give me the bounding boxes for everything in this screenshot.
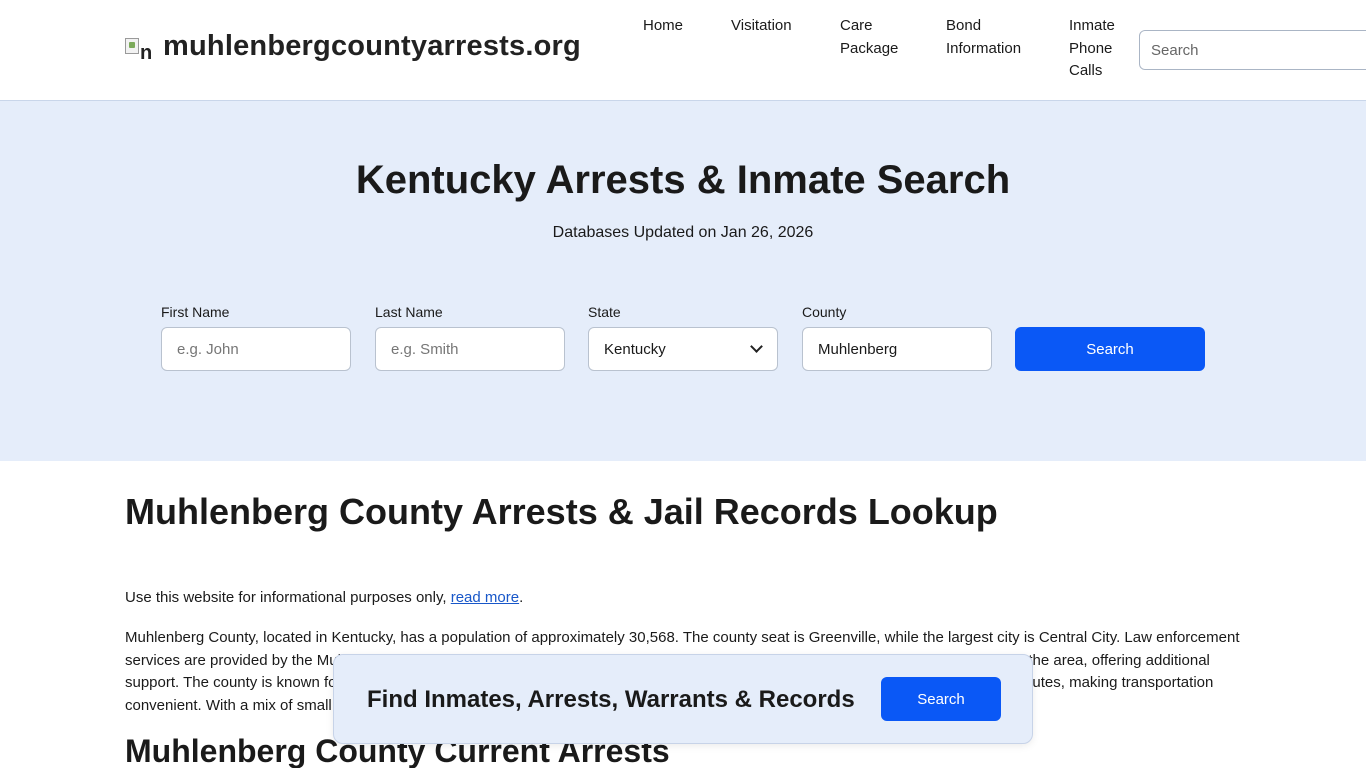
- floating-search-button[interactable]: Search: [881, 677, 1001, 721]
- site-name: muhlenbergcountyarrests.org: [163, 30, 581, 62]
- last-name-label: Last Name: [375, 304, 443, 320]
- nav-bond-information[interactable]: Bond Information: [946, 15, 1021, 60]
- nav-inmate-phone-calls[interactable]: Inmate Phone Calls: [1069, 15, 1115, 83]
- county-input[interactable]: [802, 327, 992, 371]
- nav-care-package[interactable]: Care Package: [840, 15, 898, 60]
- disclaimer: Use this website for informational purpo…: [125, 589, 523, 606]
- state-label: State: [588, 304, 621, 320]
- site-header: n muhlenbergcountyarrests.org Home Visit…: [0, 0, 1366, 101]
- hero-section: Kentucky Arrests & Inmate Search Databas…: [0, 101, 1366, 461]
- last-name-input[interactable]: [375, 327, 565, 371]
- disclaimer-end: .: [519, 589, 524, 606]
- hero-title: Kentucky Arrests & Inmate Search: [355, 158, 1011, 202]
- chevron-down-icon: [750, 340, 763, 353]
- floating-bar-text: Find Inmates, Arrests, Warrants & Record…: [367, 686, 855, 713]
- state-selected-value: Kentucky: [604, 340, 666, 358]
- floating-search-bar: Find Inmates, Arrests, Warrants & Record…: [333, 654, 1033, 744]
- description-line: Muhlenberg County, located in Kentucky, …: [125, 629, 1240, 646]
- database-updated-text: Databases Updated on Jan 26, 2026: [552, 224, 814, 241]
- first-name-label: First Name: [161, 304, 230, 320]
- search-button[interactable]: Search: [1015, 327, 1205, 371]
- logo-alt-text: n: [140, 41, 153, 64]
- page-title: Muhlenberg County Arrests & Jail Records…: [125, 491, 998, 532]
- nav-visitation[interactable]: Visitation: [731, 15, 792, 38]
- first-name-input[interactable]: [161, 327, 351, 371]
- county-label: County: [802, 304, 847, 320]
- nav-home[interactable]: Home: [643, 15, 683, 38]
- site-logo-link[interactable]: n muhlenbergcountyarrests.org: [125, 30, 581, 64]
- state-select[interactable]: Kentucky: [588, 327, 778, 371]
- disclaimer-text: Use this website for informational purpo…: [125, 589, 451, 606]
- read-more-link[interactable]: read more: [451, 589, 519, 606]
- broken-image-icon: n: [125, 32, 159, 64]
- header-search-input[interactable]: [1139, 30, 1366, 70]
